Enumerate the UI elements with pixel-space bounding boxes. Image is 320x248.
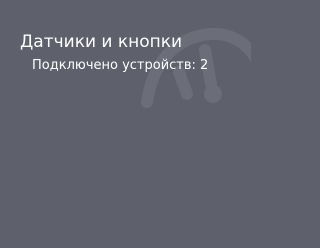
connected-devices-count: Подключено устройств: 2 — [32, 58, 209, 73]
tile-title: Датчики и кнопки — [20, 32, 183, 52]
sensors-and-buttons-tile[interactable]: Датчики и кнопки Подключено устройств: 2 — [0, 0, 251, 248]
